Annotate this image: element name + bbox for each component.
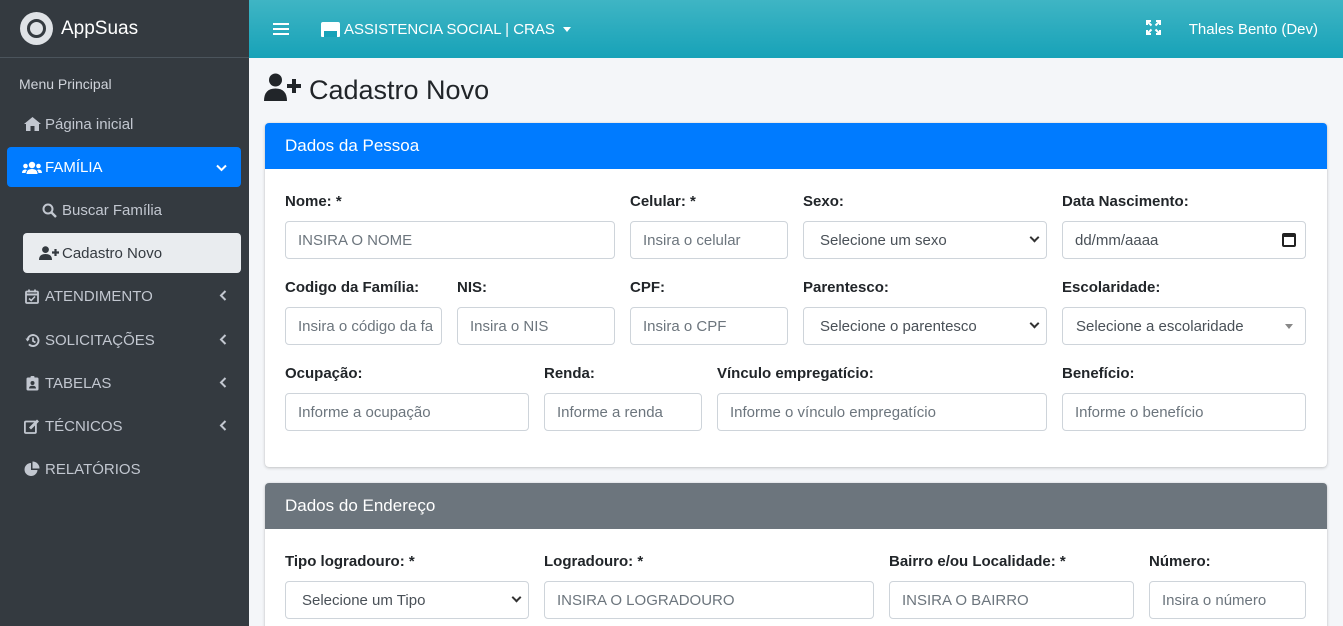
sidebar-item-label: TÉCNICOS (45, 417, 123, 435)
nis-label: NIS: (457, 279, 487, 296)
chevron-down-icon (216, 160, 227, 175)
app-logo-icon (20, 12, 53, 45)
sexo-select[interactable]: Selecione um sexo (803, 221, 1047, 259)
chevron-left-icon (219, 333, 227, 348)
parentesco-select[interactable]: Selecione o parentesco (803, 307, 1047, 345)
user-plus-icon (264, 73, 301, 108)
nascimento-date-value: dd/mm/aaaa (1075, 231, 1159, 249)
nome-label: Nome: * (285, 193, 342, 210)
sidebar-item-relatorios[interactable]: RELATÓRIOS (7, 449, 241, 489)
brand-name: AppSuas (61, 17, 139, 39)
chevron-down-icon (1029, 232, 1040, 243)
beneficio-input[interactable]: Informe o benefício (1062, 393, 1306, 431)
page-title: Cadastro Novo (264, 73, 489, 108)
celular-label: Celular: * (630, 193, 696, 210)
sexo-label: Sexo: (803, 193, 844, 210)
home-icon (22, 117, 42, 131)
history-icon (22, 333, 42, 348)
top-navbar: ASSISTENCIA SOCIAL | CRAS Thales Bento (… (249, 0, 1343, 58)
beneficio-label: Benefício: (1062, 365, 1135, 382)
users-icon (22, 161, 42, 174)
sexo-select-value: Selecione um sexo (820, 231, 947, 249)
escolaridade-label: Escolaridade: (1062, 279, 1161, 296)
bairro-label: Bairro e/ou Localidade: * (889, 553, 1066, 570)
brand-link[interactable]: AppSuas (0, 0, 249, 58)
unit-label: ASSISTENCIA SOCIAL | CRAS (344, 20, 555, 38)
vinculo-label: Vínculo empregatício: (717, 365, 874, 382)
sidebar-item-familia[interactable]: FAMÍLIA (7, 147, 241, 187)
parentesco-select-value: Selecione o parentesco (820, 317, 977, 335)
id-badge-icon (22, 375, 42, 391)
numero-label: Número: (1149, 553, 1211, 570)
chevron-left-icon (219, 419, 227, 434)
pessoa-card: Dados da Pessoa Nome: * INSIRA O NOME Ce… (265, 123, 1327, 467)
parentesco-label: Parentesco: (803, 279, 889, 296)
sidebar-item-solicitacoes[interactable]: SOLICITAÇÕES (7, 320, 241, 360)
sidebar-item-label: RELATÓRIOS (45, 460, 141, 478)
calendar-check-icon (22, 289, 42, 304)
logradouro-label: Logradouro: * (544, 553, 644, 570)
renda-input[interactable]: Informe a renda (544, 393, 702, 431)
bairro-input[interactable]: INSIRA O BAIRRO (889, 581, 1134, 619)
endereco-card: Dados do Endereço Tipo logradouro: * Sel… (265, 483, 1327, 626)
unit-dropdown[interactable]: ASSISTENCIA SOCIAL | CRAS (321, 21, 571, 38)
sidebar-item-label: Página inicial (45, 115, 134, 133)
cpf-input[interactable]: Insira o CPF (630, 307, 788, 345)
sidebar-item-label: Buscar Família (62, 201, 163, 219)
sidebar-item-buscar-familia[interactable]: Buscar Família (23, 190, 241, 230)
calendar-icon[interactable] (1282, 233, 1296, 247)
user-menu[interactable]: Thales Bento (Dev) (1189, 21, 1318, 38)
sidebar-item-label: TABELAS (45, 374, 112, 392)
sidebar: AppSuas Menu Principal Página inicial FA… (0, 0, 249, 626)
chevron-down-icon (1029, 318, 1040, 329)
escolaridade-select[interactable]: Selecione a escolaridade (1062, 307, 1306, 345)
search-icon (39, 203, 59, 218)
sidebar-item-cadastro-novo[interactable]: Cadastro Novo (23, 233, 241, 273)
endereco-card-header: Dados do Endereço (265, 483, 1327, 529)
sidebar-item-tabelas[interactable]: TABELAS (7, 363, 241, 403)
menu-toggle-icon[interactable] (273, 20, 289, 38)
tipo-logradouro-select-value: Selecione um Tipo (302, 591, 426, 609)
menu-header: Menu Principal (19, 76, 112, 92)
sidebar-item-label: FAMÍLIA (45, 158, 103, 176)
caret-down-icon (562, 26, 571, 32)
nis-input[interactable]: Insira o NIS (457, 307, 615, 345)
codigo-familia-input[interactable]: Insira o código da fa (285, 307, 442, 345)
chart-pie-icon (22, 461, 42, 477)
caret-down-icon (1285, 324, 1293, 329)
sidebar-item-label: SOLICITAÇÕES (45, 331, 155, 349)
ocupacao-input[interactable]: Informe a ocupação (285, 393, 529, 431)
tipo-logradouro-select[interactable]: Selecione um Tipo (285, 581, 529, 619)
celular-input[interactable]: Insira o celular (630, 221, 788, 259)
cpf-label: CPF: (630, 279, 665, 296)
sidebar-item-tecnicos[interactable]: TÉCNICOS (7, 406, 241, 446)
nome-input[interactable]: INSIRA O NOME (285, 221, 615, 259)
escolaridade-select-value: Selecione a escolaridade (1076, 317, 1244, 335)
chevron-left-icon (219, 376, 227, 391)
numero-input[interactable]: Insira o número (1149, 581, 1306, 619)
nascimento-label: Data Nascimento: (1062, 193, 1189, 210)
renda-label: Renda: (544, 365, 595, 382)
store-icon (321, 21, 340, 37)
pessoa-card-header: Dados da Pessoa (265, 123, 1327, 169)
edit-icon (22, 419, 42, 434)
sidebar-item-pagina-inicial[interactable]: Página inicial (7, 104, 241, 144)
sidebar-item-atendimento[interactable]: ATENDIMENTO (7, 276, 241, 316)
fullscreen-icon[interactable] (1146, 19, 1161, 39)
tipo-logradouro-label: Tipo logradouro: * (285, 553, 415, 570)
chevron-left-icon (219, 289, 227, 304)
chevron-down-icon (511, 592, 522, 603)
codigo-familia-label: Codigo da Família: (285, 279, 420, 296)
ocupacao-label: Ocupação: (285, 365, 363, 382)
nascimento-date-input[interactable]: dd/mm/aaaa (1062, 221, 1306, 259)
sidebar-item-label: ATENDIMENTO (45, 287, 153, 305)
sidebar-item-label: Cadastro Novo (62, 244, 163, 262)
user-plus-icon (39, 246, 59, 260)
logradouro-input[interactable]: INSIRA O LOGRADOURO (544, 581, 874, 619)
page-title-text: Cadastro Novo (309, 75, 490, 105)
vinculo-input[interactable]: Informe o vínculo empregatício (717, 393, 1047, 431)
